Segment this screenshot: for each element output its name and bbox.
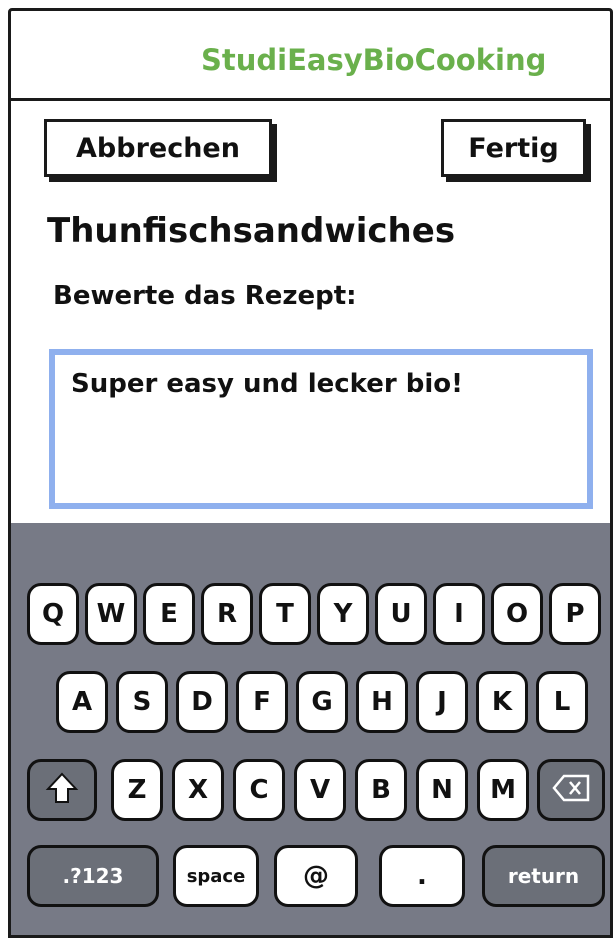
key-c[interactable]: C xyxy=(233,759,285,821)
shift-key[interactable] xyxy=(27,759,97,821)
app-title: StudiEasyBioCooking xyxy=(201,43,547,77)
dot-key[interactable]: . xyxy=(379,845,465,907)
key-x[interactable]: X xyxy=(172,759,224,821)
key-n[interactable]: N xyxy=(416,759,468,821)
return-key[interactable]: return xyxy=(482,845,605,907)
at-key[interactable]: @ xyxy=(274,845,358,907)
key-h[interactable]: H xyxy=(356,671,408,733)
key-z[interactable]: Z xyxy=(111,759,163,821)
key-l[interactable]: L xyxy=(536,671,588,733)
recipe-title: Thunfischsandwiches xyxy=(47,211,456,251)
key-y[interactable]: Y xyxy=(317,583,369,645)
phone-frame: StudiEasyBioCooking Abbrechen Fertig Thu… xyxy=(8,8,613,938)
key-m[interactable]: M xyxy=(477,759,529,821)
key-p[interactable]: P xyxy=(549,583,601,645)
key-g[interactable]: G xyxy=(296,671,348,733)
app-header: StudiEasyBioCooking xyxy=(11,11,610,101)
cancel-button[interactable]: Abbrechen xyxy=(44,119,272,177)
key-f[interactable]: F xyxy=(236,671,288,733)
key-d[interactable]: D xyxy=(176,671,228,733)
numbers-key[interactable]: .?123 xyxy=(27,845,159,907)
key-q[interactable]: Q xyxy=(27,583,79,645)
key-t[interactable]: T xyxy=(259,583,311,645)
key-e[interactable]: E xyxy=(143,583,195,645)
key-u[interactable]: U xyxy=(375,583,427,645)
review-text-field[interactable]: Super easy und lecker bio! xyxy=(49,349,593,509)
key-r[interactable]: R xyxy=(201,583,253,645)
key-o[interactable]: O xyxy=(491,583,543,645)
onscreen-keyboard: QWERTYUIOP ASDFGHJKL ZXCVBNM .?123 space… xyxy=(11,523,610,935)
shift-arrow-icon xyxy=(45,771,79,810)
key-i[interactable]: I xyxy=(433,583,485,645)
backspace-icon xyxy=(552,774,590,807)
key-a[interactable]: A xyxy=(56,671,108,733)
backspace-key[interactable] xyxy=(537,759,605,821)
key-w[interactable]: W xyxy=(85,583,137,645)
rating-prompt: Bewerte das Rezept: xyxy=(53,281,357,311)
key-j[interactable]: J xyxy=(416,671,468,733)
key-k[interactable]: K xyxy=(476,671,528,733)
key-s[interactable]: S xyxy=(116,671,168,733)
key-v[interactable]: V xyxy=(294,759,346,821)
space-key[interactable]: space xyxy=(173,845,259,907)
done-button[interactable]: Fertig xyxy=(441,119,586,177)
key-b[interactable]: B xyxy=(355,759,407,821)
